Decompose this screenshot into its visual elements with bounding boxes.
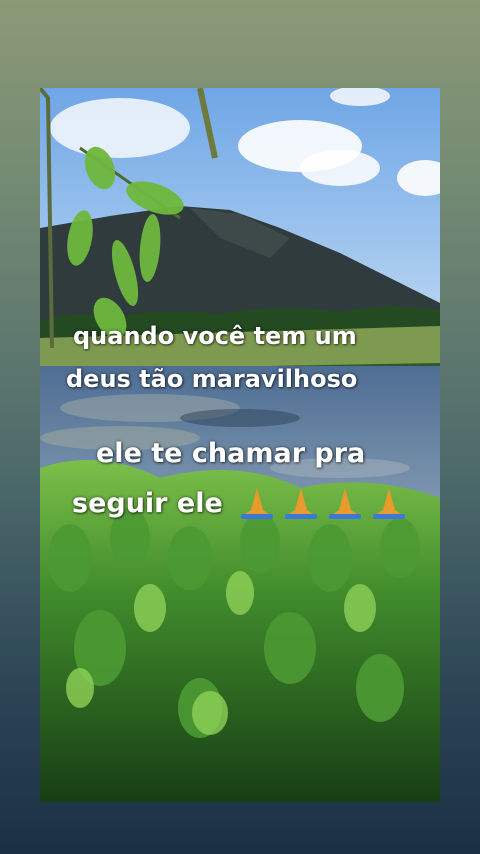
caption-line-2: deus tão maravilhoso (66, 365, 358, 393)
caption-line-1: quando você tem um (73, 322, 357, 350)
praying-hands-icon (329, 488, 361, 519)
praying-hands-icon (373, 488, 405, 519)
caption-line-3: ele te chamar pra (96, 438, 366, 469)
praying-hands-icon (285, 488, 317, 519)
caption-line-4: seguir ele (72, 488, 223, 519)
praying-hands-icon (241, 488, 273, 519)
praying-hands-emoji-row (237, 486, 407, 522)
story-photo: quando você tem um deus tão maravilhoso … (40, 88, 440, 802)
